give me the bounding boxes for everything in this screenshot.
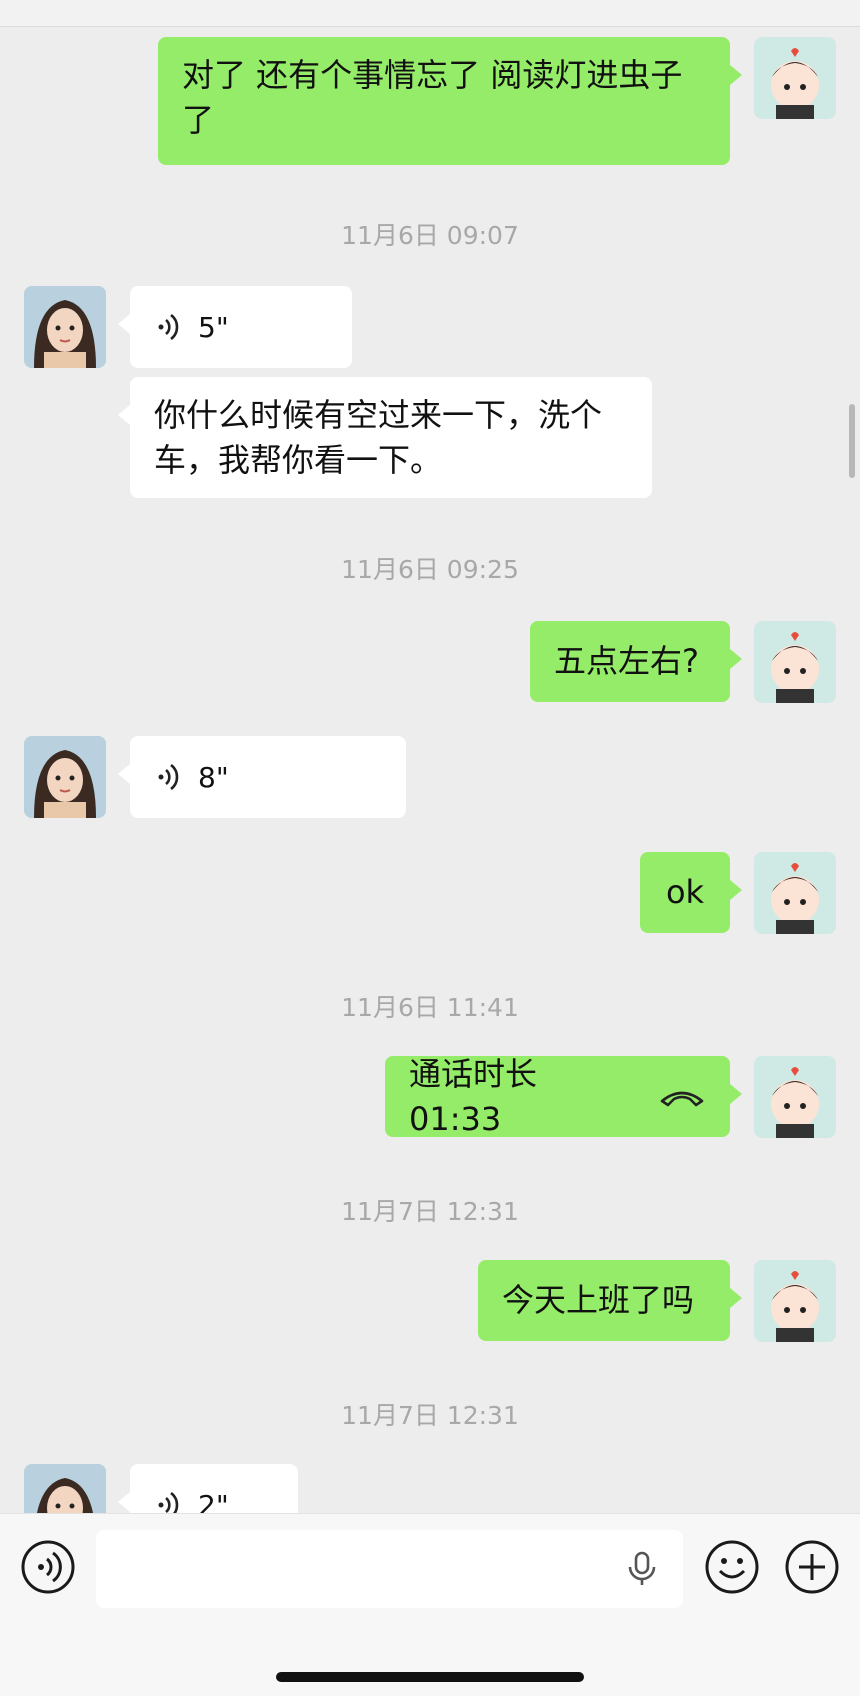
top-bar (0, 0, 860, 27)
message-bubble[interactable]: 你什么时候有空过来一下，洗个车，我帮你看一下。 (118, 377, 652, 498)
voice-duration: 5" (198, 310, 229, 344)
timestamp: 11月6日 09:25 (341, 555, 519, 584)
call-duration-text: 通话时长 01:33 (409, 1054, 538, 1138)
scrollbar[interactable] (849, 404, 855, 478)
call-record-bubble[interactable]: 通话时长 01:33 (385, 1055, 742, 1138)
my-avatar[interactable] (754, 852, 836, 934)
message-bubble[interactable]: 今天上班了吗 (478, 1260, 742, 1341)
voice-wave-icon (158, 313, 179, 341)
message-text: 对了 还有个事情忘了 阅读灯进虫子了 (182, 56, 683, 139)
voice-duration: 8" (198, 760, 229, 794)
voice-wave-icon (158, 763, 179, 791)
voice-mode-icon[interactable] (20, 1539, 76, 1595)
message-text: ok (665, 873, 705, 911)
message-text: 五点左右? (554, 642, 699, 680)
message-bubble[interactable]: 对了 还有个事情忘了 阅读灯进虫子了 (158, 37, 742, 165)
timestamp: 11月7日 12:31 (341, 1401, 519, 1430)
message-bubble[interactable]: ok (640, 852, 742, 933)
contact-avatar[interactable] (24, 736, 106, 818)
message-text: 你什么时候有空过来一下，洗个车，我帮你看一下。 (154, 396, 603, 479)
message-bubble[interactable]: 五点左右? (530, 621, 742, 702)
contact-avatar[interactable] (24, 286, 106, 368)
my-avatar[interactable] (754, 1056, 836, 1138)
message-input[interactable] (96, 1530, 683, 1608)
message-text: 今天上班了吗 (502, 1281, 695, 1319)
plus-icon[interactable] (784, 1539, 840, 1595)
microphone-icon[interactable] (627, 1551, 657, 1587)
home-indicator[interactable] (276, 1672, 584, 1682)
timestamp: 11月7日 12:31 (341, 1197, 519, 1226)
input-bar (0, 1513, 860, 1696)
timestamp: 11月6日 09:07 (341, 221, 519, 250)
timestamp: 11月6日 11:41 (341, 993, 519, 1022)
my-avatar[interactable] (754, 37, 836, 119)
my-avatar[interactable] (754, 621, 836, 703)
emoji-icon[interactable] (704, 1539, 760, 1595)
phone-hangup-icon (660, 1091, 704, 1106)
voice-message-bubble[interactable]: 5" (118, 286, 352, 368)
voice-message-bubble[interactable]: 8" (118, 736, 406, 818)
my-avatar[interactable] (754, 1260, 836, 1342)
